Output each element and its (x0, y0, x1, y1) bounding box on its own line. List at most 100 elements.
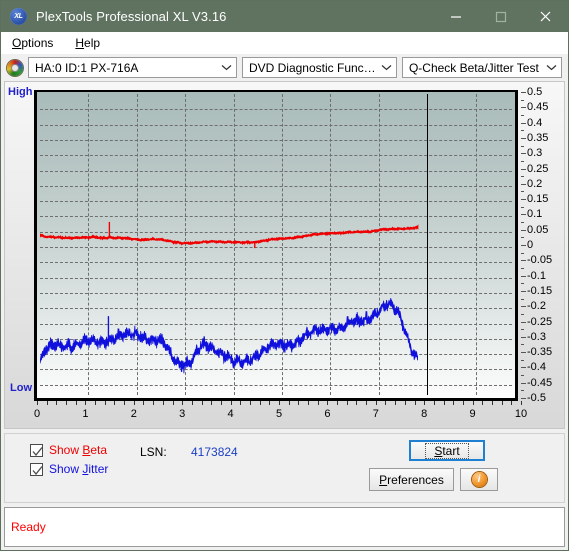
y-axis-minor-tick (521, 191, 524, 193)
menu-item-options[interactable]: Options (9, 34, 56, 52)
x-axis-minor-tick (95, 401, 97, 405)
y-axis-minor-tick (521, 352, 524, 354)
scan-end-marker (427, 94, 429, 395)
show-beta-checkbox-row[interactable]: Show Beta (30, 443, 107, 457)
y-axis-minor-tick (521, 122, 524, 124)
y-axis-tick-label: -0.05 (527, 254, 553, 267)
info-button[interactable]: i (460, 468, 498, 491)
disc-icon (7, 59, 23, 76)
x-axis-tick-label: 10 (514, 408, 528, 420)
title-bar: XL PlexTools Professional XL V3.16 (1, 1, 568, 32)
y-axis-tick-label: -0.2 (527, 300, 546, 313)
preferences-accel: P (379, 472, 388, 487)
x-axis-minor-tick (191, 401, 193, 405)
y-axis-minor-tick (521, 336, 524, 338)
x-axis-minor-tick (414, 401, 416, 405)
y-axis-minor-tick (521, 329, 524, 331)
x-axis-minor-tick (288, 401, 290, 405)
menu-item-help[interactable]: Help (72, 34, 103, 52)
maximize-button[interactable] (478, 1, 523, 32)
x-axis-minor-tick (511, 401, 513, 405)
y-axis-minor-tick (521, 114, 524, 116)
start-button[interactable]: Start (409, 440, 485, 461)
x-axis-minor-tick (279, 401, 280, 405)
drive-select[interactable]: HA:0 ID:1 PX-716A (28, 57, 237, 78)
preferences-button[interactable]: Preferences (369, 468, 454, 491)
x-axis-tick-label: 3 (179, 408, 186, 420)
y-axis-tick-label: 0.45 (527, 101, 549, 114)
y-axis-minor-tick (521, 313, 524, 315)
menu-help-accel: H (75, 36, 85, 50)
x-axis-minor-tick (259, 401, 261, 405)
start-rest: tart (442, 443, 460, 458)
y-axis-minor-tick (521, 107, 524, 109)
y-axis-minor-tick (521, 206, 524, 208)
status-text: Ready (11, 520, 46, 534)
y-axis-tick-label: -0.45 (527, 376, 553, 389)
lsn-label: LSN: (140, 445, 167, 459)
x-axis-tick-label: 1 (82, 408, 89, 420)
chevron-down-icon (217, 64, 236, 71)
app-logo-icon: XL (10, 8, 27, 25)
info-icon: i (471, 472, 487, 487)
x-axis-tick-label: 7 (372, 408, 379, 420)
y-axis-minor-tick (521, 237, 524, 239)
chart-panel: High Low 0.5 0.45 0.4 0.35 0.3 0.25 0.2 0.15 0.1… (4, 81, 565, 429)
show-beta-checkbox[interactable] (30, 443, 43, 457)
x-axis-tick-label: 8 (421, 408, 428, 420)
drive-select-value: HA:0 ID:1 PX-716A (35, 60, 139, 75)
function-select-value: DVD Diagnostic Functions (248, 60, 377, 75)
y-axis-minor-tick (521, 252, 524, 254)
y-axis-minor-tick (521, 130, 524, 132)
x-axis: 0 1 2 3 4 5 6 7 8 9 10 (33, 401, 527, 423)
x-axis-minor-tick (153, 401, 155, 405)
y-axis-tick-label: -0.15 (527, 284, 553, 297)
test-select[interactable]: Q-Check Beta/Jitter Test (401, 57, 562, 78)
y-axis-minor-tick (521, 382, 524, 384)
x-axis-minor-tick (385, 401, 387, 405)
check-icon (32, 446, 43, 456)
start-button-inner: Start (425, 442, 469, 459)
y-axis-tick-label: 0.25 (527, 162, 549, 175)
y-axis-tick-label: -0.3 (527, 330, 546, 343)
x-axis-minor-tick (249, 401, 251, 405)
x-axis-tick-label: 2 (130, 408, 137, 420)
y-axis-tick-label: -0.4 (527, 361, 546, 374)
x-axis-tick-label: 9 (469, 408, 476, 420)
x-axis-minor-tick (298, 401, 300, 405)
x-axis-minor-tick (143, 401, 145, 405)
plextools-window: XL PlexTools Professional XL V3.16 Optio… (0, 0, 569, 551)
x-axis-minor-tick (172, 401, 174, 405)
x-axis-minor-tick (240, 401, 242, 405)
y-axis-minor-tick (521, 290, 524, 292)
y-axis-tick-label: -0.1 (527, 269, 546, 282)
x-axis-minor-tick (317, 401, 319, 405)
x-axis-minor-tick (201, 401, 203, 405)
minimize-button[interactable] (433, 1, 478, 32)
y-axis-minor-tick (521, 267, 524, 269)
menu-bar: Options Help (1, 32, 568, 54)
chevron-down-icon (377, 64, 396, 71)
controls-panel: Show Beta Show Jitter LSN: 4173824 Start… (4, 433, 565, 503)
x-axis-minor-tick (133, 401, 135, 405)
plot-frame (34, 90, 518, 401)
x-axis-minor-tick (521, 401, 522, 405)
y-axis-tick-label: 0.15 (527, 193, 549, 206)
function-select[interactable]: DVD Diagnostic Functions (241, 57, 397, 78)
y-axis-tick-label: 0.5 (527, 86, 543, 98)
x-axis-minor-tick (37, 401, 38, 405)
app-logo-text: XL (14, 13, 23, 20)
show-jitter-checkbox-row[interactable]: Show Jitter (30, 462, 108, 476)
x-axis-minor-tick (162, 401, 164, 405)
y-axis-minor-tick (521, 298, 524, 300)
y-axis-minor-tick (521, 390, 524, 392)
x-axis-minor-tick (356, 401, 358, 405)
x-axis-minor-tick (482, 401, 484, 405)
y-axis-minor-tick (521, 260, 524, 262)
menu-help-rest: elp (84, 36, 101, 50)
x-axis-minor-tick (211, 401, 213, 405)
show-jitter-text: Show (49, 462, 83, 476)
x-axis-tick-label: 0 (33, 408, 41, 420)
show-jitter-checkbox[interactable] (30, 462, 43, 476)
close-button[interactable] (523, 1, 568, 32)
